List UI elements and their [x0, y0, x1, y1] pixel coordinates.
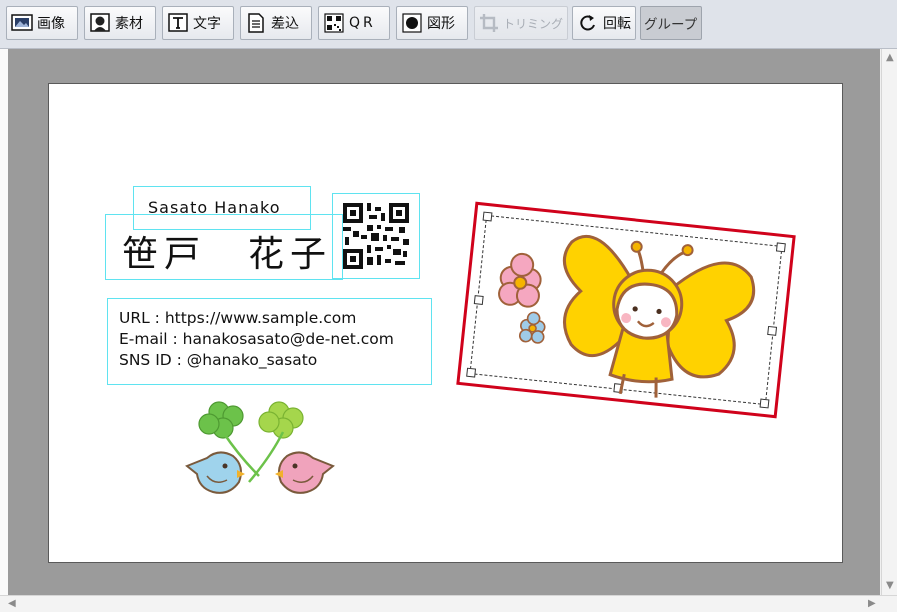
rotate-button[interactable]: 回転	[572, 6, 636, 40]
image-button-label: 画像	[37, 16, 65, 32]
document-icon	[245, 12, 267, 34]
scroll-down-icon[interactable]: ▼	[886, 581, 894, 591]
material-icon	[89, 12, 111, 34]
scroll-left-icon[interactable]: ◀	[8, 599, 16, 609]
sns-text: SNS ID : @hanako_sasato	[119, 351, 318, 369]
pink-bird-icon	[275, 451, 335, 494]
url-text: URL : https://www.sample.com	[119, 309, 357, 327]
merge-button[interactable]: 差込	[240, 6, 312, 40]
text-button-label: 文字	[193, 16, 221, 32]
shape-button-label: 図形	[427, 16, 455, 32]
toolbar: 画像 素材 文字 差込 QR 図形 トリミング 回転 グループ	[0, 0, 897, 49]
scroll-right-icon[interactable]: ▶	[868, 599, 876, 609]
merge-button-label: 差込	[271, 16, 299, 32]
qr-icon	[323, 12, 345, 34]
email-text: E-mail : hanakosasato@de-net.com	[119, 330, 394, 348]
material-button[interactable]: 素材	[84, 6, 156, 40]
group-button[interactable]: グループ	[640, 6, 702, 40]
scroll-up-icon[interactable]: ▲	[886, 53, 894, 63]
material-button-label: 素材	[115, 16, 143, 32]
vertical-scrollbar[interactable]: ▲ ▼	[881, 49, 897, 595]
crop-icon	[479, 12, 499, 34]
text-button[interactable]: 文字	[162, 6, 234, 40]
contact-info-box[interactable]: URL : https://www.sample.com E-mail : ha…	[107, 298, 432, 385]
horizontal-scrollbar[interactable]: ◀ ▶	[0, 595, 897, 612]
qr-code-box[interactable]	[332, 193, 420, 279]
image-icon	[11, 12, 33, 34]
shape-icon	[401, 12, 423, 34]
butterfly-image-selection[interactable]	[456, 201, 796, 419]
image-button[interactable]: 画像	[6, 6, 78, 40]
blue-bird-icon	[185, 451, 245, 494]
name-kanji: 笹戸 花子	[122, 234, 333, 275]
trim-button-label: トリミング	[503, 16, 564, 31]
name-kanji-box[interactable]: 笹戸 花子	[105, 214, 343, 280]
text-icon	[167, 12, 189, 34]
shape-button[interactable]: 図形	[396, 6, 468, 40]
business-card-canvas[interactable]: Sasato Hanako 笹戸 花子 URL : https://www.sa…	[48, 83, 843, 563]
butterfly-girl-illustration	[498, 234, 756, 398]
qr-code-image	[343, 203, 409, 269]
clover-birds-illustration[interactable]	[179, 396, 341, 504]
rotate-icon	[577, 12, 599, 34]
group-button-label: グループ	[644, 17, 698, 33]
trim-button[interactable]: トリミング	[474, 6, 568, 40]
qr-button[interactable]: QR	[318, 6, 390, 40]
rotate-button-label: 回転	[603, 16, 631, 32]
qr-button-label: QR	[349, 15, 376, 31]
